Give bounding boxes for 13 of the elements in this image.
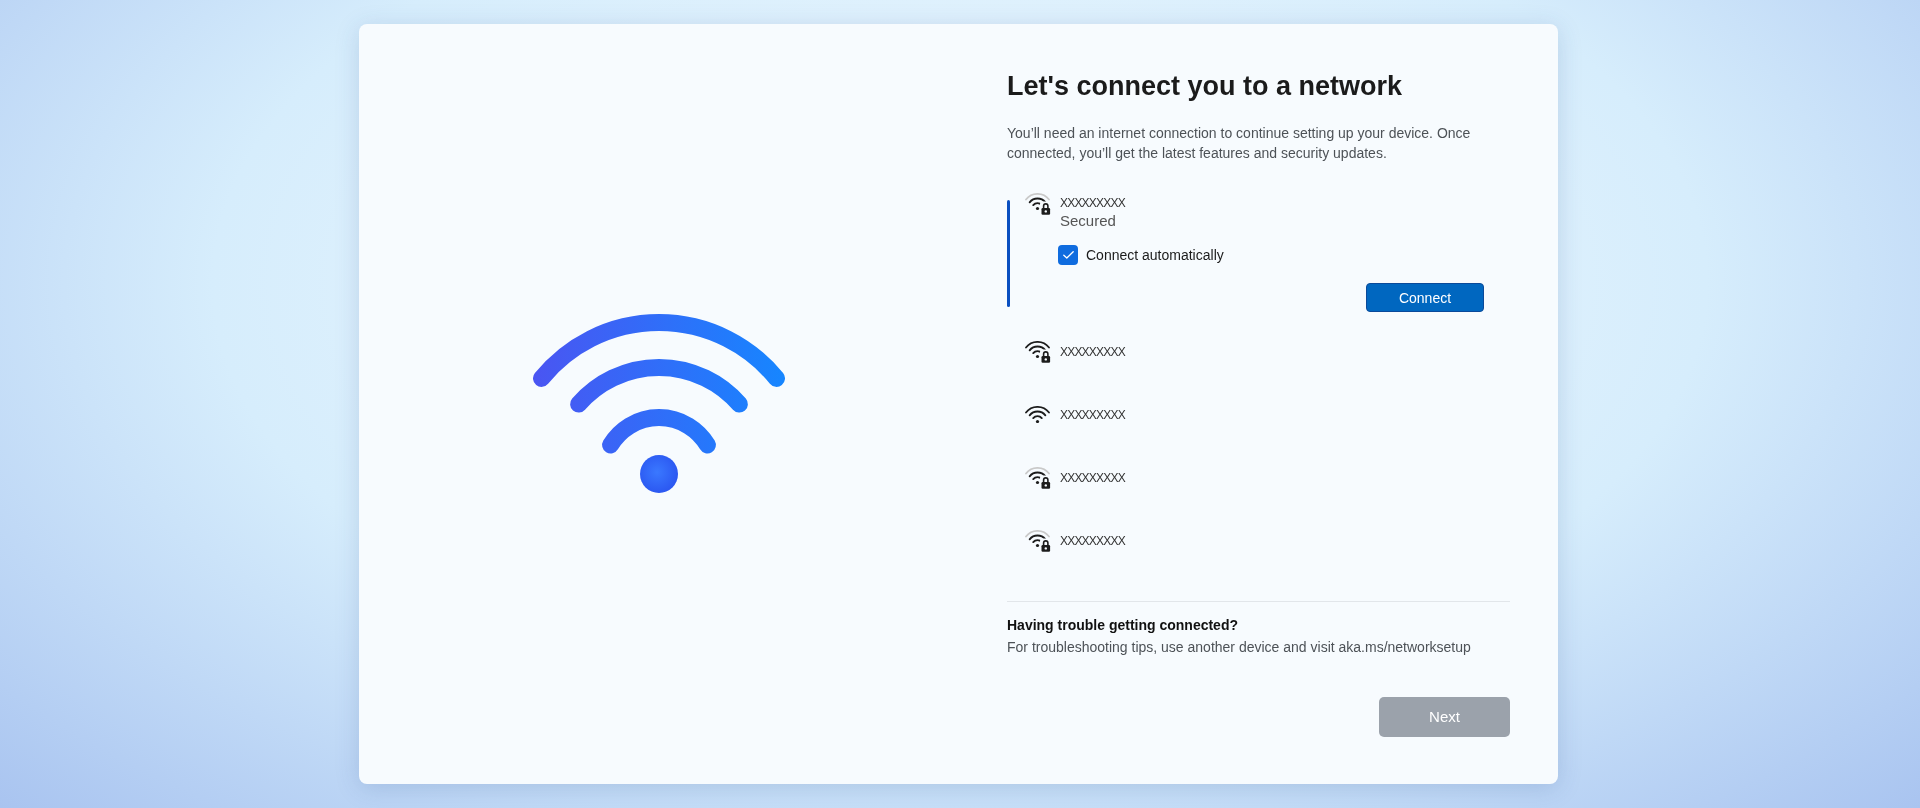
- page-title: Let's connect you to a network: [1007, 70, 1403, 103]
- network-item[interactable]: XXXXXXXXX: [1025, 405, 1125, 424]
- checkbox[interactable]: [1058, 245, 1078, 265]
- network-item[interactable]: XXXXXXXXX: [1025, 529, 1125, 552]
- help-title: Having trouble getting connected?: [1007, 616, 1239, 635]
- checkbox-label[interactable]: Connect automatically: [1086, 245, 1224, 265]
- connect-button[interactable]: Connect: [1366, 283, 1484, 312]
- network-item[interactable]: XXXXXXXXX Secured: [1025, 193, 1125, 231]
- network-item[interactable]: XXXXXXXXX: [1025, 466, 1125, 489]
- description: You’ll need an internet connection to continue setting up your device. Once connected, you’ll get the latest features and security updates.: [1007, 124, 1472, 163]
- help-text: For troubleshooting tips, use another device and visit aka.ms/networksetup: [1007, 638, 1472, 657]
- check-icon: [1062, 251, 1074, 259]
- network-item[interactable]: XXXXXXXXX: [1025, 340, 1125, 363]
